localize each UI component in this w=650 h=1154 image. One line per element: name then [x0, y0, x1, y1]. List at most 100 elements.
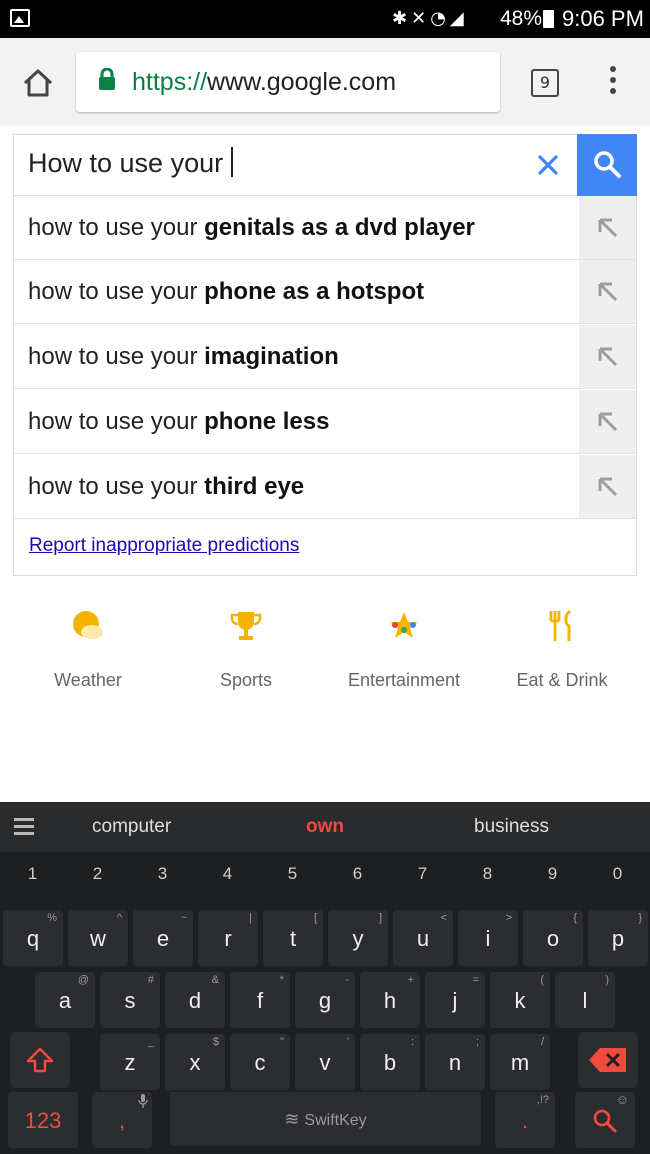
key-o[interactable]: o{ [523, 910, 583, 966]
key-i[interactable]: i > [458, 910, 518, 966]
arrow-up-left-icon [598, 218, 618, 238]
url-host: www.google.com [207, 68, 397, 96]
key-n[interactable]: n; [425, 1034, 485, 1090]
tile-sports[interactable]: Sports [171, 608, 321, 698]
prediction-right[interactable]: business [474, 816, 549, 838]
suggestion-item[interactable]: how to use your imagination [14, 325, 636, 389]
arrow-up-left-icon [598, 477, 618, 497]
suggestion-item[interactable]: how to use your genitals as a dvd player [14, 196, 636, 260]
status-bar: ✱✕◔◢ 48% 9:06 PM [0, 0, 650, 38]
key-z[interactable]: z _ [100, 1034, 160, 1090]
suggestion-item[interactable]: how to use your phone as a hotspot [14, 260, 636, 324]
report-predictions-link[interactable]: Report inappropriate predictions [29, 535, 299, 557]
key-x[interactable]: x $ [165, 1034, 225, 1090]
backspace-key[interactable] [578, 1032, 638, 1088]
spacebar[interactable]: ≋ SwiftKey [170, 1092, 481, 1146]
key-l[interactable]: l) [555, 972, 615, 1028]
search-button[interactable] [577, 134, 637, 196]
key-w[interactable]: w ^ [68, 910, 128, 966]
key-j[interactable]: j = [425, 972, 485, 1028]
key-r[interactable]: r | [198, 910, 258, 966]
key-a[interactable]: a @ [35, 972, 95, 1028]
key-m[interactable]: m / [490, 1034, 550, 1090]
key-c[interactable]: c " [230, 1034, 290, 1090]
fill-query-button[interactable] [579, 455, 636, 518]
key-h[interactable]: h + [360, 972, 420, 1028]
suggestion-item[interactable]: how to use your third eye [14, 455, 636, 519]
number-key[interactable]: 8 [455, 864, 520, 884]
clear-icon[interactable] [532, 149, 564, 181]
url-text: https://www.google.com [132, 68, 396, 97]
suggestion-prefix: how to use your [28, 408, 205, 435]
key-b[interactable]: b: [360, 1034, 420, 1090]
tile-entertainment[interactable]: Entertainment [329, 608, 479, 698]
key-u[interactable]: u < [393, 910, 453, 966]
url-scheme: https:// [132, 68, 208, 96]
numbers-symbols-key[interactable]: 123 [8, 1092, 78, 1148]
number-key[interactable]: 9 [520, 864, 585, 884]
key-s[interactable]: s # [100, 972, 160, 1028]
search-key[interactable]: ☺ [575, 1092, 635, 1148]
key-v[interactable]: v ' [295, 1034, 355, 1090]
key-g[interactable]: g- [295, 972, 355, 1028]
mute-icon: ✕ [411, 8, 431, 29]
number-key[interactable]: 1 [0, 864, 65, 884]
fill-query-button[interactable] [579, 390, 636, 453]
key-d[interactable]: d & [165, 972, 225, 1028]
autocomplete-list: how to use your genitals as a dvd player… [13, 196, 637, 576]
key-t[interactable]: t[ [263, 910, 323, 966]
shift-icon [26, 1047, 54, 1073]
star-icon [390, 612, 418, 638]
number-key[interactable]: 7 [390, 864, 455, 884]
key-q[interactable]: q% [3, 910, 63, 966]
tile-weather[interactable]: Weather [13, 608, 163, 698]
key-y[interactable]: y] [328, 910, 388, 966]
number-key[interactable]: 5 [260, 864, 325, 884]
fork-knife-icon [549, 609, 572, 641]
key-e[interactable]: e ~ [133, 910, 193, 966]
fill-query-button[interactable] [579, 260, 636, 323]
fill-query-button[interactable] [579, 325, 636, 388]
search-icon [593, 1109, 617, 1133]
number-key[interactable]: 0 [585, 864, 650, 884]
suggestion-completion: phone as a hotspot [204, 278, 425, 305]
comma-key[interactable]: , [92, 1092, 152, 1148]
swiftkey-keyboard: computer own business 1 2 3 4 5 6 7 8 9 … [0, 802, 650, 1154]
suggestion-prefix: how to use your [28, 343, 205, 370]
prediction-left[interactable]: computer [92, 816, 171, 838]
gallery-icon [10, 9, 30, 27]
search-input[interactable]: How to use your [28, 147, 234, 179]
home-icon[interactable] [22, 68, 54, 98]
swiftkey-logo-icon: ≋ [284, 1109, 305, 1129]
text-cursor [231, 147, 234, 177]
number-key[interactable]: 6 [325, 864, 390, 884]
key-k[interactable]: k( [490, 972, 550, 1028]
swiftkey-brand: SwiftKey [304, 1112, 367, 1129]
suggestion-prefix: how to use your [28, 214, 205, 241]
fill-query-button[interactable] [579, 196, 636, 259]
bluetooth-icon: ✱ [392, 8, 412, 29]
period-key[interactable]: .,!? [495, 1092, 555, 1148]
key-f[interactable]: f * [230, 972, 290, 1028]
emoji-icon: ☺ [615, 1092, 629, 1107]
prediction-center[interactable]: own [306, 816, 344, 838]
hamburger-menu-icon[interactable] [14, 818, 34, 836]
tab-switcher-button[interactable]: 9 [531, 69, 559, 97]
prediction-bar: computer own business [0, 802, 650, 852]
suggestion-completion: genitals as a dvd player [204, 214, 475, 241]
tile-label: Entertainment [347, 670, 461, 690]
number-key[interactable]: 3 [130, 864, 195, 884]
overflow-menu-icon[interactable] [606, 66, 620, 100]
address-bar[interactable]: https://www.google.com [76, 52, 500, 112]
wifi-icon: ◔ [430, 8, 450, 29]
number-key[interactable]: 2 [65, 864, 130, 884]
tile-eat-drink[interactable]: Eat & Drink [487, 608, 637, 698]
number-key[interactable]: 4 [195, 864, 260, 884]
signal-icon: ◢ [449, 8, 468, 29]
battery-percentage: 48% [500, 7, 543, 30]
search-box: How to use your [13, 134, 637, 196]
tile-label: Eat & Drink [516, 670, 608, 690]
shift-key[interactable] [10, 1032, 70, 1088]
key-p[interactable]: p} [588, 910, 648, 966]
suggestion-item[interactable]: how to use your phone less [14, 390, 636, 454]
